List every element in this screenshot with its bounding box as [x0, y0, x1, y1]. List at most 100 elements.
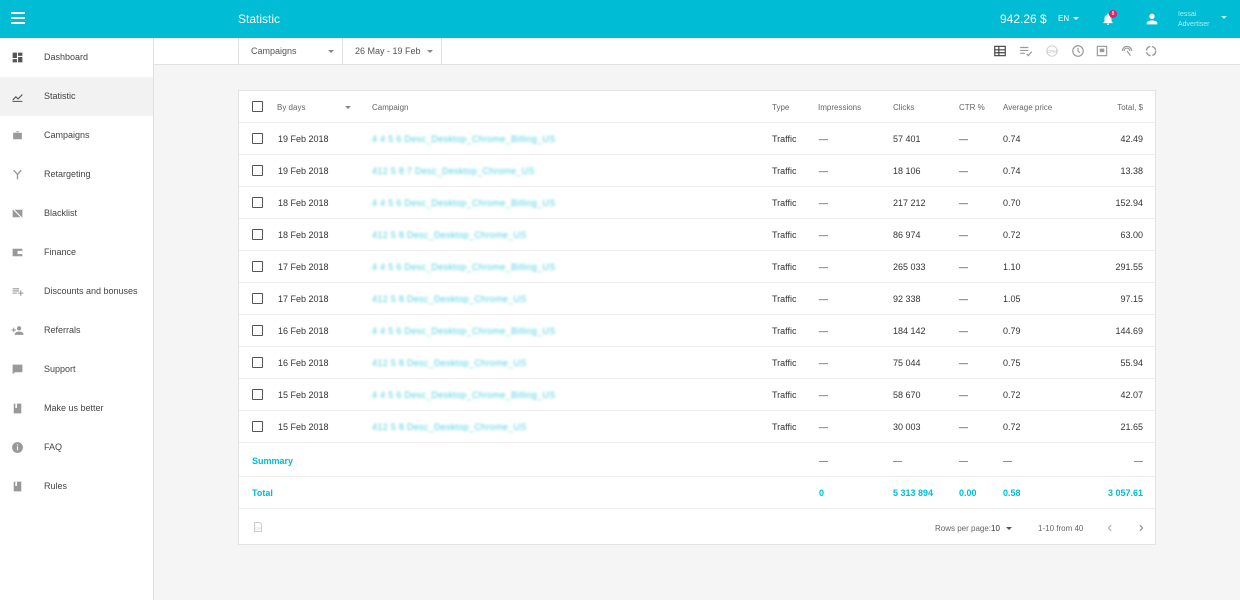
group-by-select[interactable]: Campaigns [238, 38, 342, 65]
row-date: 16 Feb 2018 [278, 326, 329, 336]
row-checkbox[interactable] [252, 325, 263, 336]
row-checkbox[interactable] [252, 357, 263, 368]
svg-text:CSV: CSV [255, 527, 261, 531]
table-view-icon[interactable] [993, 44, 1007, 58]
table-row[interactable]: 19 Feb 2018 412 5 8 7 Desc_Desktop_Chrom… [239, 155, 1155, 187]
row-ctr: — [959, 198, 968, 208]
row-checkbox[interactable] [252, 229, 263, 240]
sidebar-item-referrals[interactable]: Referrals [0, 311, 153, 350]
person-add-icon [11, 326, 24, 335]
sidebar-item-faq[interactable]: FAQ [0, 428, 153, 467]
chevron-right-icon[interactable] [1136, 522, 1146, 534]
sidebar-item-support[interactable]: Support [0, 350, 153, 389]
column-select-icon[interactable] [1019, 44, 1033, 58]
refresh-icon[interactable] [1144, 44, 1158, 58]
csv-export-icon[interactable]: CSV [252, 521, 264, 533]
briefcase-icon [13, 131, 22, 140]
user-menu[interactable]: Iessai Advertiser [1178, 10, 1210, 30]
row-checkbox[interactable] [252, 197, 263, 208]
sidebar-item-rules[interactable]: Rules [0, 467, 153, 506]
row-impressions: — [819, 422, 828, 432]
table-row[interactable]: 15 Feb 2018 4 4 5 6 Desc_Desktop_Chrome_… [239, 379, 1155, 411]
chevron-left-icon[interactable] [1105, 522, 1115, 534]
row-campaign[interactable]: 412 5 8 Desc_Desktop_Chrome_US [372, 230, 527, 240]
row-avg-price: 0.79 [1003, 326, 1021, 336]
row-campaign[interactable]: 412 5 8 Desc_Desktop_Chrome_US [372, 294, 527, 304]
calendar-icon[interactable] [1095, 44, 1109, 58]
row-checkbox[interactable] [252, 293, 263, 304]
chevron-down-icon[interactable] [1221, 16, 1227, 19]
table-row[interactable]: 15 Feb 2018 412 5 8 Desc_Desktop_Chrome_… [239, 411, 1155, 443]
dashboard-icon [12, 52, 23, 63]
table-row[interactable]: 19 Feb 2018 4 4 5 6 Desc_Desktop_Chrome_… [239, 123, 1155, 155]
account-button[interactable] [1144, 11, 1160, 27]
svg-text:CPM: CPM [1047, 49, 1057, 54]
column-header-date[interactable]: By days [277, 103, 305, 112]
row-checkbox[interactable] [252, 133, 263, 144]
row-checkbox[interactable] [252, 165, 263, 176]
sidebar-item-campaigns[interactable]: Campaigns [0, 116, 153, 155]
notification-badge: 8 [1109, 10, 1117, 18]
table-row[interactable]: 18 Feb 2018 4 4 5 6 Desc_Desktop_Chrome_… [239, 187, 1155, 219]
row-checkbox[interactable] [252, 421, 263, 432]
row-campaign[interactable]: 4 4 5 6 Desc_Desktop_Chrome_Billing_US [372, 262, 556, 272]
sidebar-item-discounts[interactable]: Discounts and bonuses [0, 272, 153, 311]
summary-row: Summary — — — — — [239, 445, 1155, 477]
notifications-button[interactable]: 8 [1101, 10, 1117, 26]
row-ctr: — [959, 390, 968, 400]
row-ctr: — [959, 262, 968, 272]
row-total: 13.38 [1120, 166, 1143, 176]
row-impressions: — [819, 326, 828, 336]
sidebar-item-label: Make us better [44, 403, 104, 413]
radar-icon[interactable] [1120, 44, 1134, 58]
row-checkbox[interactable] [252, 261, 263, 272]
summary-impressions: — [819, 456, 828, 466]
row-campaign[interactable]: 412 5 8 Desc_Desktop_Chrome_US [372, 358, 527, 368]
table-row[interactable]: 16 Feb 2018 412 5 8 Desc_Desktop_Chrome_… [239, 347, 1155, 379]
row-clicks: 184 142 [893, 326, 926, 336]
row-checkbox[interactable] [252, 389, 263, 400]
chat-icon [12, 364, 23, 375]
column-header-type: Type [772, 103, 790, 112]
rows-per-page-select[interactable]: 10 [991, 524, 1000, 533]
sidebar-item-blacklist[interactable]: Blacklist [0, 194, 153, 233]
table-row[interactable]: 17 Feb 2018 412 5 8 Desc_Desktop_Chrome_… [239, 283, 1155, 315]
menu-icon[interactable] [11, 12, 25, 24]
sidebar-item-label: FAQ [44, 442, 63, 452]
row-campaign[interactable]: 4 4 5 6 Desc_Desktop_Chrome_Billing_US [372, 326, 556, 336]
row-clicks: 75 044 [893, 358, 921, 368]
language-select[interactable]: EN [1058, 14, 1080, 23]
playlist-add-icon [12, 288, 24, 296]
row-clicks: 58 670 [893, 390, 921, 400]
table-row[interactable]: 17 Feb 2018 4 4 5 6 Desc_Desktop_Chrome_… [239, 251, 1155, 283]
row-impressions: — [819, 230, 828, 240]
sidebar-item-statistic[interactable]: Statistic [0, 77, 153, 116]
clock-icon[interactable] [1071, 44, 1085, 58]
date-range-select[interactable]: 26 May - 19 Feb [342, 38, 442, 65]
row-impressions: — [819, 262, 828, 272]
total-row: Total 0 5 313 894 0.00 0.58 3 057.61 [239, 477, 1155, 509]
chevron-down-icon[interactable] [1006, 527, 1012, 530]
sidebar-item-retargeting[interactable]: Retargeting [0, 155, 153, 194]
cpm-icon[interactable]: CPM [1045, 44, 1059, 58]
table-row[interactable]: 18 Feb 2018 412 5 8 Desc_Desktop_Chrome_… [239, 219, 1155, 251]
chevron-down-icon[interactable] [345, 106, 351, 109]
row-ctr: — [959, 294, 968, 304]
row-campaign[interactable]: 412 5 8 7 Desc_Desktop_Chrome_US [372, 166, 535, 176]
row-campaign[interactable]: 4 4 5 6 Desc_Desktop_Chrome_Billing_US [372, 198, 556, 208]
row-campaign[interactable]: 412 5 8 Desc_Desktop_Chrome_US [372, 422, 527, 432]
column-header-ctr: CTR % [959, 103, 985, 112]
table-row[interactable]: 16 Feb 2018 4 4 5 6 Desc_Desktop_Chrome_… [239, 315, 1155, 347]
row-total: 55.94 [1120, 358, 1143, 368]
row-avg-price: 0.72 [1003, 422, 1021, 432]
select-all-checkbox[interactable] [252, 101, 263, 112]
sidebar-item-finance[interactable]: Finance [0, 233, 153, 272]
row-total: 42.49 [1120, 134, 1143, 144]
row-campaign[interactable]: 4 4 5 6 Desc_Desktop_Chrome_Billing_US [372, 390, 556, 400]
row-date: 18 Feb 2018 [278, 230, 329, 240]
row-type: Traffic [772, 134, 797, 144]
row-campaign[interactable]: 4 4 5 6 Desc_Desktop_Chrome_Billing_US [372, 134, 556, 144]
sidebar-item-dashboard[interactable]: Dashboard [0, 38, 153, 77]
sidebar-item-make-us-better[interactable]: Make us better [0, 389, 153, 428]
chart-icon [12, 93, 23, 102]
